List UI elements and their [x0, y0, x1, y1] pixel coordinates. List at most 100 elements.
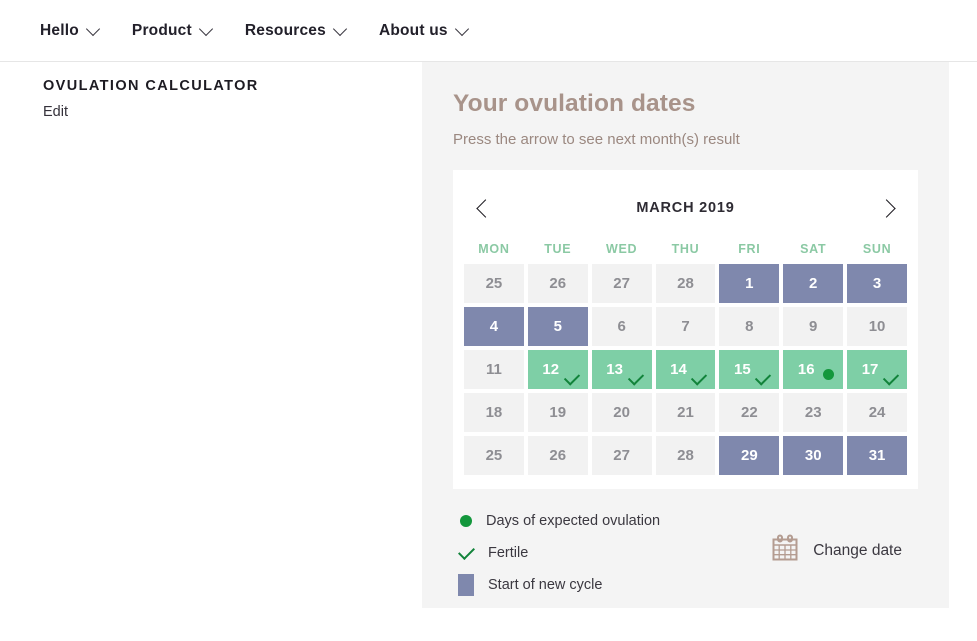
- calendar-day-number: 1: [745, 275, 753, 292]
- fertile-check-icon: [883, 369, 899, 385]
- calendar-day-number: 26: [549, 447, 566, 464]
- calendar-day-cell[interactable]: 8: [719, 307, 779, 346]
- calendar-day-cell[interactable]: 6: [592, 307, 652, 346]
- calendar-day-cell[interactable]: 15: [719, 350, 779, 389]
- edit-link[interactable]: Edit: [43, 104, 422, 120]
- calendar-day-cell[interactable]: 1: [719, 264, 779, 303]
- calendar-day-cell[interactable]: 18: [464, 393, 524, 432]
- calendar-day-number: 19: [549, 404, 566, 421]
- left-column: OVULATION CALCULATOR Edit: [0, 62, 422, 120]
- calendar-day-number: 28: [677, 447, 694, 464]
- legend-item: Days of expected ovulation: [458, 505, 660, 537]
- nav-item-about-us[interactable]: About us: [379, 22, 467, 40]
- calendar-day-cell[interactable]: 2: [783, 264, 843, 303]
- calendar-day-cell[interactable]: 25: [464, 264, 524, 303]
- calendar-day-cell[interactable]: 3: [847, 264, 907, 303]
- calendar-day-cell[interactable]: 17: [847, 350, 907, 389]
- calendar-day-number: 15: [734, 361, 751, 378]
- calendar-day-number: 25: [486, 275, 503, 292]
- nav-item-label: Hello: [40, 22, 79, 40]
- weekday-label: SUN: [847, 242, 907, 256]
- legend-label: Days of expected ovulation: [486, 513, 660, 529]
- calendar-day-number: 18: [486, 404, 503, 421]
- weekday-label: TUE: [528, 242, 588, 256]
- calendar-day-cell[interactable]: 28: [656, 264, 716, 303]
- calendar-grid: 2526272812345678910111213141516171819202…: [464, 264, 907, 475]
- ovulation-dot-icon: [460, 515, 472, 527]
- calendar-day-number: 27: [613, 447, 630, 464]
- next-month-button[interactable]: [873, 195, 899, 221]
- weekday-label: THU: [656, 242, 716, 256]
- calendar-day-cell[interactable]: 27: [592, 264, 652, 303]
- calendar-day-number: 24: [869, 404, 886, 421]
- calendar-day-number: 16: [798, 361, 815, 378]
- legend-label: Start of new cycle: [488, 577, 602, 593]
- nav-item-product[interactable]: Product: [132, 22, 211, 40]
- calendar-day-number: 29: [741, 447, 758, 464]
- change-date-label: Change date: [813, 542, 902, 560]
- weekday-label: WED: [592, 242, 652, 256]
- calendar-day-cell[interactable]: 14: [656, 350, 716, 389]
- calendar-day-cell[interactable]: 29: [719, 436, 779, 475]
- calendar-day-cell[interactable]: 9: [783, 307, 843, 346]
- calendar-day-cell[interactable]: 13: [592, 350, 652, 389]
- calendar-day-number: 13: [606, 361, 623, 378]
- calendar-day-cell[interactable]: 20: [592, 393, 652, 432]
- calendar-card: MARCH 2019 MONTUEWEDTHUFRISATSUN 2526272…: [453, 170, 918, 489]
- calendar-day-number: 5: [554, 318, 562, 335]
- calendar-day-cell[interactable]: 26: [528, 436, 588, 475]
- calendar-day-cell[interactable]: 27: [592, 436, 652, 475]
- previous-month-button[interactable]: [472, 195, 498, 221]
- calendar-day-number: 25: [486, 447, 503, 464]
- calendar-day-cell[interactable]: 26: [528, 264, 588, 303]
- calendar-week-row: 18 19 20 21 22 23 24: [464, 393, 907, 432]
- nav-item-resources[interactable]: Resources: [245, 22, 345, 40]
- calendar-day-cell[interactable]: 4: [464, 307, 524, 346]
- calendar-day-cell[interactable]: 19: [528, 393, 588, 432]
- calendar-day-number: 7: [681, 318, 689, 335]
- chevron-down-icon: [455, 22, 469, 36]
- page-title: OVULATION CALCULATOR: [43, 78, 422, 94]
- calendar-day-cell[interactable]: 7: [656, 307, 716, 346]
- calendar-day-number: 14: [670, 361, 687, 378]
- fertile-check-icon: [627, 369, 643, 385]
- weekday-label: SAT: [783, 242, 843, 256]
- calendar-day-number: 3: [873, 275, 881, 292]
- calendar-day-cell[interactable]: 21: [656, 393, 716, 432]
- weekday-label: FRI: [719, 242, 779, 256]
- calendar-day-cell[interactable]: 30: [783, 436, 843, 475]
- calendar-day-number: 4: [490, 318, 498, 335]
- calendar-week-row: 25 262728 1 2 3: [464, 264, 907, 303]
- calendar-day-cell[interactable]: 31: [847, 436, 907, 475]
- calendar-week-row: 4 5 6 7 8910: [464, 307, 907, 346]
- calendar-day-cell[interactable]: 5: [528, 307, 588, 346]
- calendar-day-number: 2: [809, 275, 817, 292]
- legend-area: Days of expected ovulationFertileStart o…: [453, 505, 918, 601]
- calendar-day-cell[interactable]: 10: [847, 307, 907, 346]
- nav-item-hello[interactable]: Hello: [40, 22, 98, 40]
- calendar-day-cell[interactable]: 16: [783, 350, 843, 389]
- legend-list: Days of expected ovulationFertileStart o…: [453, 505, 660, 601]
- panel-title: Your ovulation dates: [453, 90, 918, 118]
- fertile-check-icon: [564, 369, 580, 385]
- calendar-month-label: MARCH 2019: [636, 200, 734, 216]
- calendar-day-cell[interactable]: 23: [783, 393, 843, 432]
- ovulation-result-panel: Your ovulation dates Press the arrow to …: [422, 62, 949, 608]
- chevron-down-icon: [333, 22, 347, 36]
- calendar-day-number: 17: [862, 361, 879, 378]
- calendar-day-cell[interactable]: 25: [464, 436, 524, 475]
- calendar-day-number: 31: [869, 447, 886, 464]
- weekday-label: MON: [464, 242, 524, 256]
- calendar-day-number: 22: [741, 404, 758, 421]
- chevron-right-icon: [877, 199, 895, 217]
- calendar-day-number: 12: [542, 361, 559, 378]
- calendar-day-cell[interactable]: 12: [528, 350, 588, 389]
- calendar-day-number: 23: [805, 404, 822, 421]
- calendar-day-cell[interactable]: 22: [719, 393, 779, 432]
- calendar-day-number: 20: [613, 404, 630, 421]
- calendar-day-cell[interactable]: 28: [656, 436, 716, 475]
- calendar-day-cell[interactable]: 24: [847, 393, 907, 432]
- calendar-day-cell[interactable]: 11: [464, 350, 524, 389]
- change-date-button[interactable]: Change date: [770, 533, 902, 568]
- weekday-header-row: MON TUE WED THUFRI SAT SUN: [464, 242, 907, 256]
